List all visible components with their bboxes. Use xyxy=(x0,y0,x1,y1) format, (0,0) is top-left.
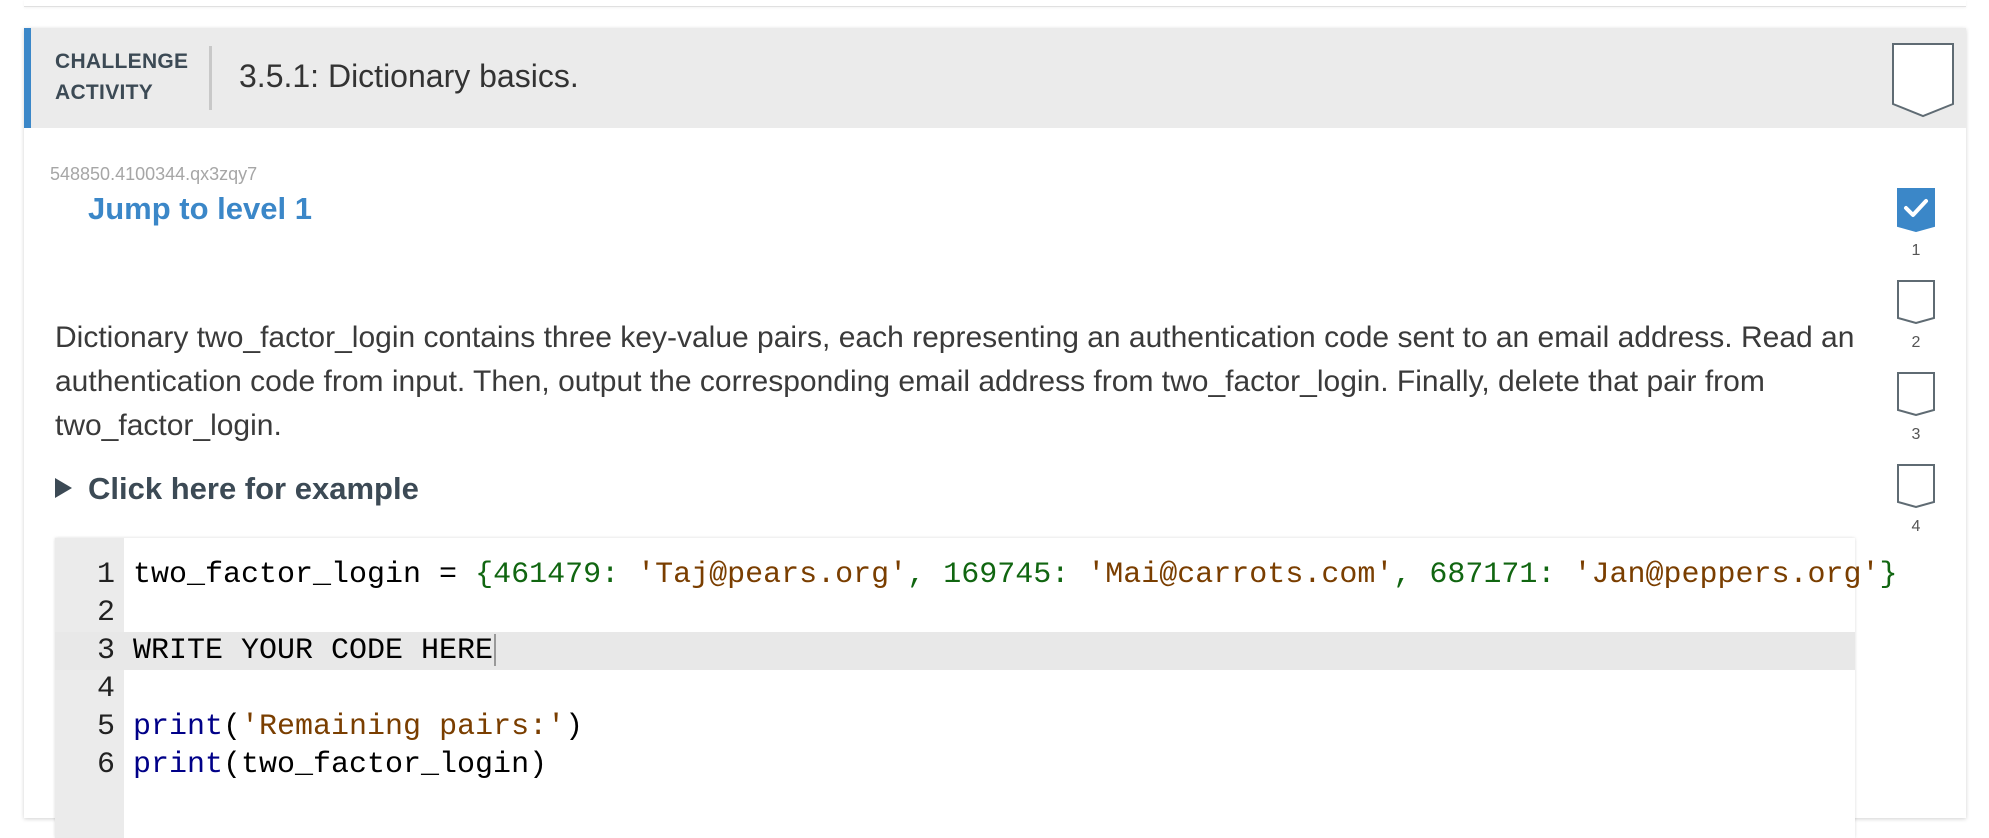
code-line[interactable]: 1 two_factor_login = {461479: 'Taj@pears… xyxy=(55,556,1898,594)
level-2-button[interactable]: 2 xyxy=(1884,280,1948,352)
level-badge-icon xyxy=(1897,372,1935,416)
line-number: 6 xyxy=(96,748,115,782)
jump-to-level-link[interactable]: Jump to level 1 xyxy=(88,191,312,227)
code-text: two_factor_login = {461479: 'Taj@pears.o… xyxy=(133,558,1898,592)
line-number: 4 xyxy=(96,672,115,706)
level-4-button[interactable]: 4 xyxy=(1884,464,1948,536)
text-cursor xyxy=(494,634,497,667)
line-number: 1 xyxy=(96,558,115,592)
level-3-button[interactable]: 3 xyxy=(1884,372,1948,444)
previous-section-edge xyxy=(24,0,1966,7)
line-number: 2 xyxy=(96,596,115,630)
expand-triangle-icon xyxy=(55,477,72,498)
line-number: 3 xyxy=(96,634,115,668)
code-line[interactable]: 5 print('Remaining pairs:') xyxy=(55,708,1855,746)
level-badge-icon xyxy=(1897,464,1935,508)
level-number: 3 xyxy=(1911,426,1921,443)
challenge-activity-card: CHALLENGE ACTIVITY 3.5.1: Dictionary bas… xyxy=(24,28,1966,838)
activity-type-label: CHALLENGE ACTIVITY xyxy=(55,50,189,104)
code-editor[interactable]: 1 two_factor_login = {461479: 'Taj@pears… xyxy=(55,538,1898,838)
activity-description: Dictionary two_factor_login contains thr… xyxy=(55,321,1855,442)
activity-title: 3.5.1: Dictionary basics. xyxy=(239,58,579,94)
code-line[interactable]: 2 xyxy=(55,594,1855,632)
level-number: 2 xyxy=(1911,334,1921,351)
example-toggle-label: Click here for example xyxy=(88,471,419,506)
code-text: print(two_factor_login) xyxy=(133,748,548,782)
level-number: 1 xyxy=(1911,242,1921,259)
completion-badge-icon xyxy=(1891,42,1955,118)
code-line[interactable]: 6 print(two_factor_login) xyxy=(55,746,1855,784)
level-completed-check-icon xyxy=(1897,188,1935,232)
code-text: WRITE YOUR CODE HERE xyxy=(133,632,497,670)
code-line-active[interactable]: 3 WRITE YOUR CODE HERE xyxy=(55,632,1855,670)
example-toggle[interactable]: Click here for example xyxy=(55,471,419,507)
level-number: 4 xyxy=(1911,518,1921,535)
header-divider xyxy=(209,46,212,110)
activity-header: CHALLENGE ACTIVITY 3.5.1: Dictionary bas… xyxy=(24,28,1966,128)
activity-id: 548850.4100344.qx3zqy7 xyxy=(50,164,258,184)
code-line[interactable]: 4 xyxy=(55,670,1855,708)
level-1-button[interactable]: 1 xyxy=(1884,188,1948,260)
level-badge-icon xyxy=(1897,280,1935,324)
code-text: print('Remaining pairs:') xyxy=(133,710,584,744)
line-number: 5 xyxy=(96,710,115,744)
